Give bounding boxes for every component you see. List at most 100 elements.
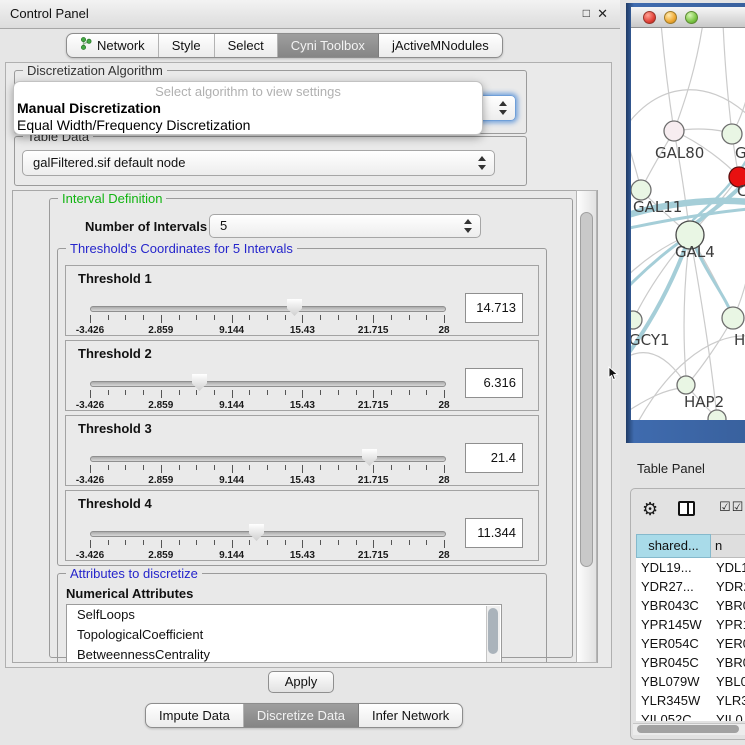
threshold-3-slider-ticks [90, 465, 444, 474]
threshold-4-value-field[interactable]: 11.344 [465, 518, 523, 548]
threshold-1-slider-ticks [90, 315, 444, 324]
tick-label: 2.859 [148, 400, 173, 411]
threshold-3-tick-labels: -3.426 2.859 9.144 15.43 21.715 28 [90, 475, 444, 487]
node-gal80[interactable] [664, 121, 684, 141]
cell[interactable]: YER054C [636, 634, 711, 653]
cell[interactable]: YDL19... [636, 558, 711, 577]
cell[interactable]: YDL1 [711, 558, 745, 577]
threshold-1-slider-track[interactable] [90, 306, 446, 312]
apply-button[interactable]: Apply [268, 671, 334, 693]
scrollbar-thumb[interactable] [488, 608, 498, 654]
tab-discretize-data[interactable]: Discretize Data [244, 704, 359, 727]
table-row[interactable]: YIL052CYIL0 [636, 710, 745, 721]
threshold-2-slider-track[interactable] [90, 381, 446, 387]
threshold-3-slider[interactable]: -3.426 2.859 9.144 15.43 21.715 28 [90, 448, 444, 486]
table-data-combobox[interactable]: galFiltered.sif default node [22, 150, 495, 176]
threshold-4-slider-track[interactable] [90, 531, 446, 537]
slider-tick [320, 540, 321, 545]
cell[interactable]: YBL0 [711, 672, 745, 691]
cell[interactable]: YBR045C [636, 653, 711, 672]
list-item[interactable]: SelfLoops [67, 605, 501, 625]
table-row[interactable]: YBR043CYBR0 [636, 596, 745, 615]
slider-tick [302, 465, 303, 473]
node-hap2[interactable] [677, 376, 695, 394]
checkbox-icons[interactable]: ☑☑ [719, 499, 744, 515]
column-header-shared[interactable]: shared... [636, 534, 711, 558]
slider-tick [285, 540, 286, 545]
scrollbar-thumb[interactable] [637, 725, 739, 733]
list-item[interactable]: BetweennessCentrality [67, 645, 501, 663]
cell[interactable]: YBR0 [711, 653, 745, 672]
list-item[interactable]: TopologicalCoefficient [67, 625, 501, 645]
number-of-intervals-combobox[interactable]: 5 [209, 214, 481, 238]
slider-tick [179, 465, 180, 470]
checkbox-icon[interactable]: ☑ [732, 499, 745, 514]
algorithm-option-manual[interactable]: Manual Discretization [14, 100, 482, 117]
threshold-3-slider-thumb[interactable] [362, 449, 377, 466]
threshold-4-slider-thumb[interactable] [249, 524, 264, 541]
threshold-2-value-field[interactable]: 6.316 [465, 368, 523, 398]
float-window-icon[interactable]: □ [583, 6, 590, 21]
tab-select[interactable]: Select [215, 34, 278, 57]
tab-network[interactable]: Network [67, 34, 159, 57]
cell[interactable]: YIL0 [711, 710, 745, 721]
cell[interactable]: YBR043C [636, 596, 711, 615]
cell[interactable]: YPR1 [711, 615, 745, 634]
table-row[interactable]: YDL19...YDL1 [636, 558, 745, 577]
cell[interactable]: YPR145W [636, 615, 711, 634]
table-row[interactable]: YPR145WYPR1 [636, 615, 745, 634]
table-row[interactable]: YBR045CYBR0 [636, 653, 745, 672]
node-gal11[interactable] [631, 180, 651, 200]
cell[interactable]: YBL079W [636, 672, 711, 691]
cell[interactable]: YER0 [711, 634, 745, 653]
node-label: GAL4 [675, 243, 715, 261]
interval-definition-group-title: Interval Definition [58, 191, 166, 206]
cell[interactable]: YDR2 [711, 577, 745, 596]
zoom-traffic-light-icon[interactable] [685, 11, 698, 24]
tab-cyni-toolbox[interactable]: Cyni Toolbox [278, 34, 379, 57]
network-canvas[interactable]: GAL80 GA C GAL11 GAL4 GCY1 H HAP2 [631, 28, 745, 420]
tab-impute-data[interactable]: Impute Data [146, 704, 244, 727]
tab-infer-network[interactable]: Infer Network [359, 704, 462, 727]
threshold-3-value-field[interactable]: 21.4 [465, 443, 523, 473]
table-horizontal-scrollbar[interactable] [633, 723, 745, 735]
algorithm-dropdown-hint[interactable]: Select algorithm to view settings [14, 83, 482, 100]
cell[interactable]: YIL052C [636, 710, 711, 721]
algorithm-option-equal-width[interactable]: Equal Width/Frequency Discretization [14, 117, 482, 134]
node-right-mid[interactable] [722, 307, 744, 329]
threshold-4-slider[interactable]: -3.426 2.859 9.144 15.43 21.715 28 [90, 523, 444, 561]
gear-icon[interactable]: ⚙ [642, 499, 658, 519]
slider-tick [356, 315, 357, 320]
tick-label: 9.144 [219, 400, 244, 411]
cell[interactable]: YLR345W [636, 691, 711, 710]
split-columns-icon[interactable] [678, 501, 695, 516]
cell[interactable]: YDR27... [636, 577, 711, 596]
attributes-list-scrollbar[interactable] [486, 606, 500, 663]
node-top-right[interactable] [722, 124, 742, 144]
cell[interactable]: YLR3 [711, 691, 745, 710]
cell[interactable]: YBR0 [711, 596, 745, 615]
tab-infer-network-label: Infer Network [372, 704, 449, 727]
threshold-1-slider[interactable]: -3.426 2.859 9.144 15.43 21.715 28 [90, 298, 444, 336]
threshold-3-slider-track[interactable] [90, 456, 446, 462]
tab-style[interactable]: Style [159, 34, 215, 57]
table-row[interactable]: YER054CYER0 [636, 634, 745, 653]
table-row[interactable]: YLR345WYLR3 [636, 691, 745, 710]
close-window-icon[interactable]: ✕ [597, 6, 608, 21]
threshold-1-slider-thumb[interactable] [287, 299, 302, 316]
table-row[interactable]: YDR27...YDR2 [636, 577, 745, 596]
thresholds-group-title: Threshold's Coordinates for 5 Intervals [66, 241, 297, 256]
column-header-name[interactable]: n [711, 534, 745, 558]
table-row[interactable]: YBL079WYBL0 [636, 672, 745, 691]
minimize-traffic-light-icon[interactable] [664, 11, 677, 24]
settings-vertical-scrollbar[interactable] [576, 190, 597, 663]
tab-jactivemnodules[interactable]: jActiveMNodules [379, 34, 502, 57]
threshold-2-slider[interactable]: -3.426 2.859 9.144 15.43 21.715 28 [90, 373, 444, 411]
node-gcy1[interactable] [631, 311, 642, 329]
slider-tick [373, 540, 374, 548]
threshold-1-value-field[interactable]: 14.713 [465, 293, 523, 323]
close-traffic-light-icon[interactable] [643, 11, 656, 24]
checkbox-icon[interactable]: ☑ [719, 499, 732, 514]
threshold-2-slider-thumb[interactable] [192, 374, 207, 391]
scrollbar-thumb[interactable] [580, 212, 593, 567]
